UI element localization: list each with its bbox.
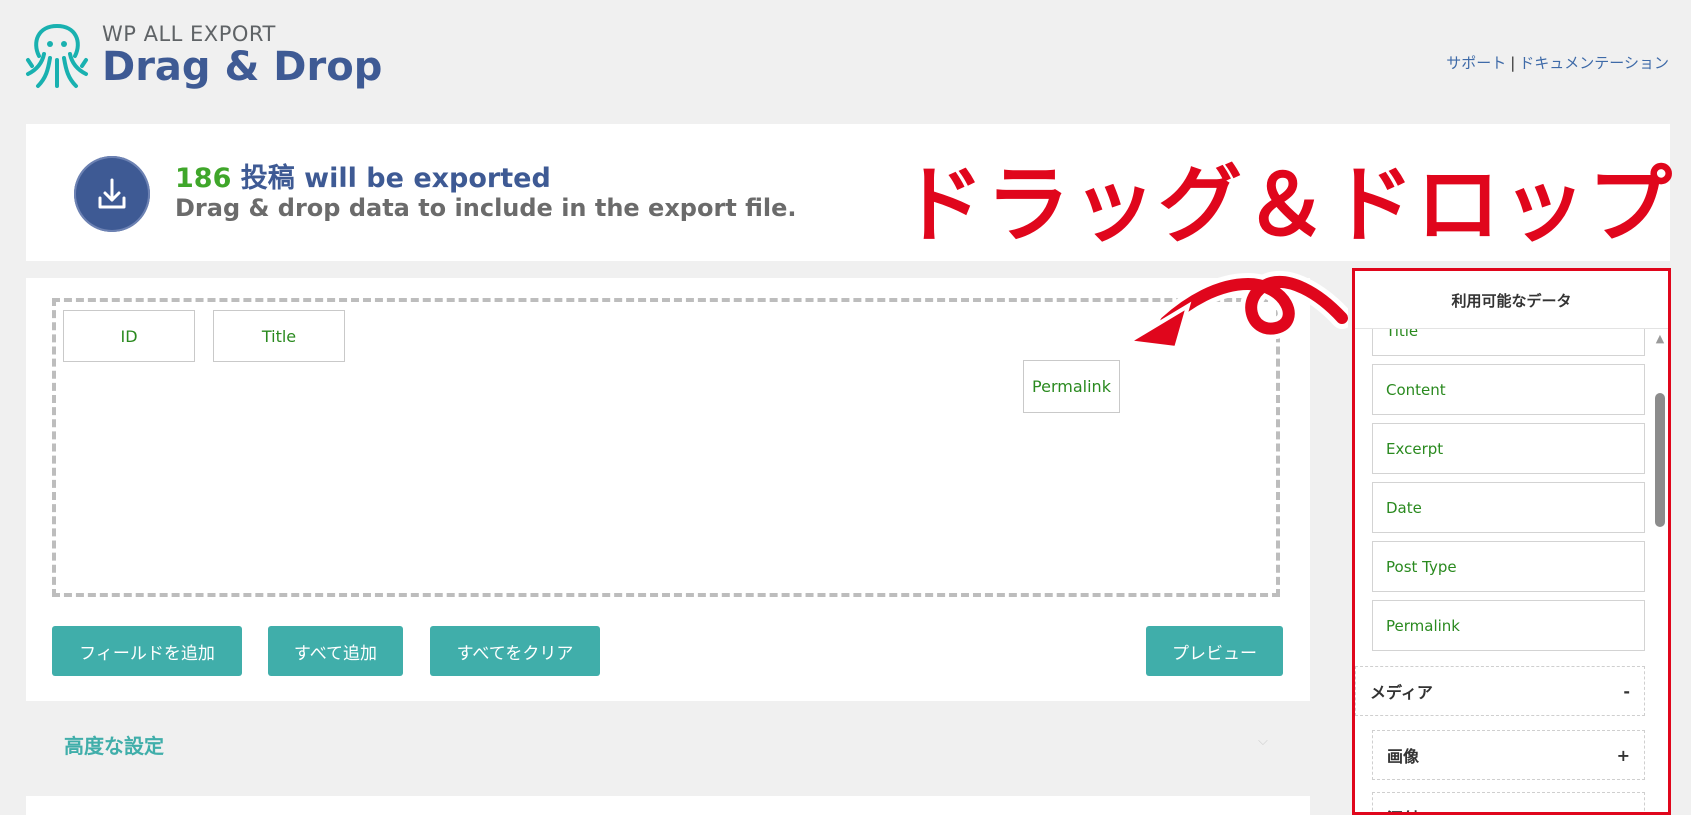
annotation-text: ドラッグ＆ドロップ (900, 156, 1675, 254)
scroll-up-arrow-icon[interactable]: ▲ (1652, 332, 1668, 345)
available-field-post-type[interactable]: Post Type (1372, 541, 1645, 592)
export-instructions: Drag & drop data to include in the expor… (175, 194, 797, 222)
dragging-field-permalink[interactable]: Permalink (1023, 360, 1120, 413)
clear-all-button[interactable]: すべてをクリア (430, 626, 600, 676)
add-all-button[interactable]: すべて追加 (268, 626, 403, 676)
octopus-logo-icon (26, 23, 88, 88)
group-media-label: メディア (1370, 683, 1433, 702)
chevron-down-icon[interactable]: ⌵ (1258, 734, 1268, 749)
page-title: Drag & Drop (102, 44, 383, 90)
export-count: 186 投稿 will be exported (175, 156, 551, 195)
dropped-field-id[interactable]: ID (63, 310, 195, 362)
expand-icon[interactable]: + (1617, 746, 1630, 765)
available-data-title: 利用可能なデータ (1451, 292, 1572, 310)
curved-arrow-annotation (1122, 270, 1348, 351)
available-data-list[interactable]: Title Content Excerpt Date Post Type Per… (1355, 329, 1650, 815)
post-count-label: 投稿 will be exported (240, 163, 551, 194)
group-images-label: 画像 (1387, 747, 1420, 766)
support-link[interactable]: サポート (1446, 54, 1506, 72)
group-attachments[interactable]: 添付 (1372, 792, 1645, 815)
available-field-title[interactable]: Title (1372, 329, 1645, 356)
available-field-permalink[interactable]: Permalink (1372, 600, 1645, 651)
next-section-card (26, 796, 1310, 815)
available-field-content[interactable]: Content (1372, 364, 1645, 415)
download-icon (74, 156, 150, 232)
group-attachments-label: 添付 (1387, 805, 1419, 815)
link-separator: | (1510, 54, 1516, 72)
brand-subtitle: WP ALL EXPORT (102, 22, 276, 46)
collapse-icon[interactable]: - (1623, 682, 1630, 701)
scrollbar-thumb[interactable] (1655, 393, 1665, 527)
top-links: サポート | ドキュメンテーション (1446, 52, 1669, 73)
documentation-link[interactable]: ドキュメンテーション (1519, 54, 1669, 72)
preview-button[interactable]: プレビュー (1146, 626, 1283, 676)
advanced-settings-toggle[interactable]: 高度な設定 (64, 730, 164, 759)
add-field-button[interactable]: フィールドを追加 (52, 626, 242, 676)
dropped-field-title[interactable]: Title (213, 310, 345, 362)
post-count: 186 (175, 163, 232, 194)
available-field-date[interactable]: Date (1372, 482, 1645, 533)
group-media[interactable]: メディア - (1355, 666, 1645, 716)
group-images[interactable]: 画像 + (1372, 730, 1645, 780)
available-field-excerpt[interactable]: Excerpt (1372, 423, 1645, 474)
